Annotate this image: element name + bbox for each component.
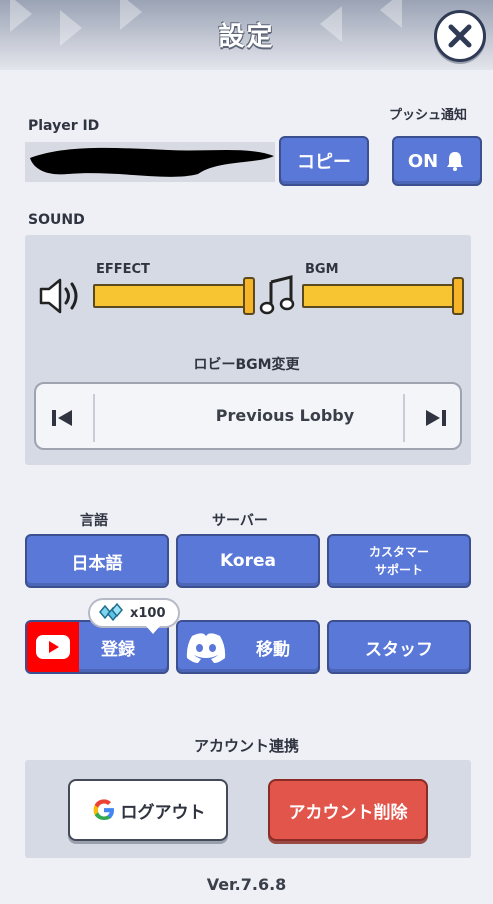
logout-button[interactable]: ログアウト	[68, 779, 228, 841]
youtube-button-label: 登録	[101, 639, 135, 660]
delete-account-button[interactable]: アカウント削除	[268, 779, 428, 841]
account-section-label: アカウント連携	[193, 737, 299, 755]
next-track-icon[interactable]	[424, 408, 448, 428]
close-button[interactable]	[434, 10, 486, 62]
language-button[interactable]: 日本語	[25, 534, 169, 588]
speaker-icon	[39, 278, 78, 314]
music-note-icon	[259, 275, 295, 315]
logout-label: ログアウト	[120, 802, 206, 823]
reward-tooltip: x100	[88, 598, 180, 634]
effect-slider[interactable]	[93, 284, 253, 308]
customer-support-button[interactable]: カスタマー サポート	[327, 534, 471, 588]
discord-icon	[186, 633, 226, 663]
version-label: Ver.7.6.8	[206, 875, 287, 894]
sound-section-label: SOUND	[28, 212, 85, 228]
copy-button[interactable]: コピー	[279, 136, 369, 186]
push-toggle-button[interactable]: ON	[392, 136, 482, 186]
current-track-title: Previous Lobby	[215, 406, 355, 425]
reward-amount: x100	[130, 605, 166, 621]
bgm-label: BGM	[305, 262, 339, 277]
google-icon	[93, 799, 114, 820]
lobby-bgm-selector: Previous Lobby	[34, 382, 462, 450]
staff-button[interactable]: スタッフ	[327, 620, 471, 674]
youtube-icon	[27, 622, 79, 672]
support-line-1: カスタマー	[368, 545, 429, 559]
effect-label: EFFECT	[96, 262, 150, 277]
previous-track-icon[interactable]	[50, 408, 74, 428]
lobby-bgm-label: ロビーBGM変更	[193, 357, 300, 373]
discord-button[interactable]: 移動	[176, 620, 320, 674]
effect-slider-handle[interactable]	[243, 277, 255, 315]
push-toggle-label: ON	[407, 150, 439, 172]
page-title: 設定	[218, 22, 275, 52]
gem-icon	[99, 602, 123, 622]
discord-button-label: 移動	[256, 639, 290, 660]
language-label: 言語	[80, 513, 108, 529]
player-id-label: Player ID	[28, 118, 100, 134]
bell-icon	[447, 152, 464, 171]
support-line-2: サポート	[374, 563, 423, 577]
redaction-scribble	[30, 147, 274, 177]
bgm-slider-handle[interactable]	[452, 277, 464, 315]
bgm-slider[interactable]	[302, 284, 462, 308]
server-button[interactable]: Korea	[176, 534, 320, 588]
divider	[403, 394, 405, 442]
divider	[93, 394, 95, 442]
server-label: サーバー	[212, 513, 268, 529]
close-icon	[448, 24, 472, 48]
push-notification-label: プッシュ通知	[389, 108, 468, 123]
